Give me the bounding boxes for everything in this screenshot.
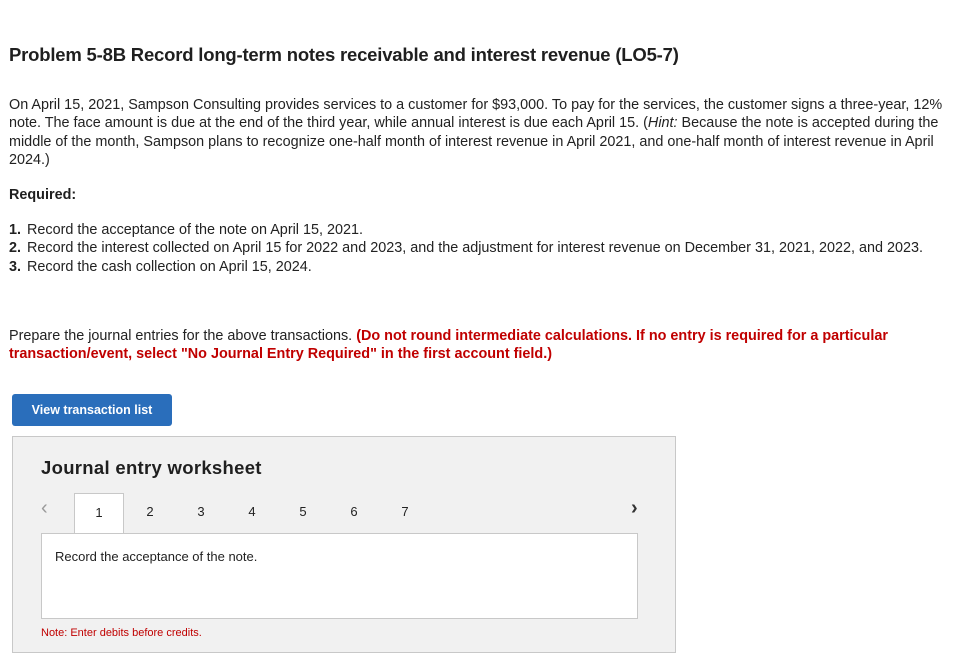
chevron-right-icon[interactable]: › [631,497,638,520]
tab-2[interactable]: 2 [125,493,175,533]
chevron-left-icon[interactable]: ‹ [41,497,48,520]
required-item: 1. Record the acceptance of the note on A… [9,221,949,239]
tab-1[interactable]: 1 [74,493,124,534]
hint-label: Hint: [647,115,678,132]
required-list: 1. Record the acceptance of the note on A… [9,221,949,276]
tab-5[interactable]: 5 [278,493,328,533]
tab-3[interactable]: 3 [176,493,226,533]
required-item-text: Record the interest collected on April 1… [27,240,924,257]
tab-4[interactable]: 4 [227,493,277,533]
instructions-text: Prepare the journal entries for the abov… [9,328,357,344]
required-item: 3. Record the cash collection on April 15… [9,258,949,276]
entry-prompt-panel: Record the acceptance of the note. [41,533,638,619]
problem-title: Problem 5-8B Record long-term notes rece… [9,44,679,65]
required-heading: Required: [9,187,77,203]
required-item-number: 2. [9,240,22,257]
required-item-text: Record the cash collection on April 15, … [27,258,312,275]
journal-entry-worksheet: Journal entry worksheet ‹ 1 2 3 4 5 6 7 … [12,436,676,653]
required-item: 2. Record the interest collected on April… [9,239,949,257]
required-item-text: Record the acceptance of the note on Apr… [27,222,364,238]
required-item-number: 3. [9,258,22,275]
problem-intro: On April 15, 2021, Sampson Consulting pr… [9,96,954,169]
view-transaction-list-button[interactable]: View transaction list [12,394,172,426]
required-item-number: 1. [9,222,22,238]
tab-6[interactable]: 6 [329,493,379,533]
journal-instructions: Prepare the journal entries for the abov… [9,327,957,364]
tab-7[interactable]: 7 [380,493,430,533]
worksheet-title: Journal entry worksheet [41,457,262,478]
debits-note: Note: Enter debits before credits. [41,627,202,639]
entry-prompt: Record the acceptance of the note. [55,549,258,564]
